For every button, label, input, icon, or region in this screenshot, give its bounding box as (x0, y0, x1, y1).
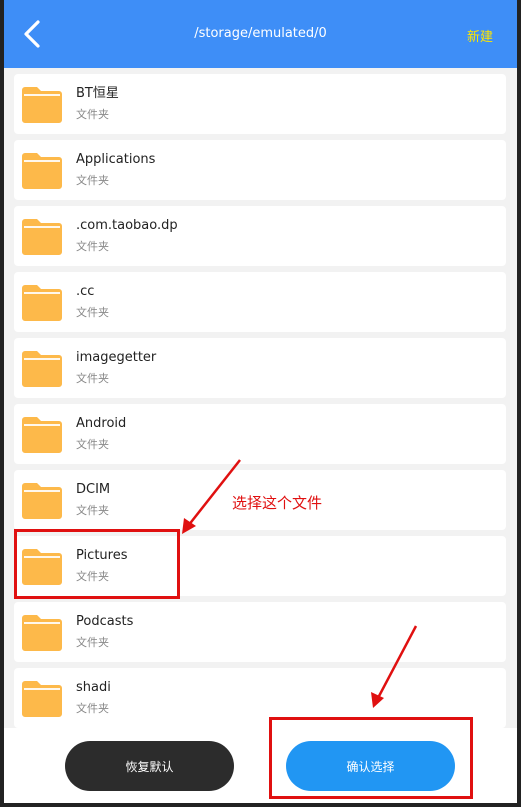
folder-type: 文件夹 (76, 570, 109, 583)
folder-name: imagegetter (76, 350, 157, 365)
folder-name: Pictures (76, 548, 128, 563)
new-folder-button[interactable]: 新建 (467, 26, 493, 45)
folder-icon (22, 549, 62, 585)
list-item[interactable]: Pictures 文件夹 (14, 536, 506, 596)
folder-icon (22, 615, 62, 651)
folder-icon (22, 285, 62, 321)
folder-list[interactable]: BT恒星 文件夹 Applications 文件夹 .com.taobao.dp… (14, 72, 506, 728)
folder-name: Android (76, 416, 127, 431)
list-item[interactable]: Android 文件夹 (14, 404, 506, 464)
current-path: /storage/emulated/0 (194, 26, 327, 41)
folder-name: Applications (76, 152, 156, 167)
restore-default-button[interactable]: 恢复默认 (65, 741, 234, 791)
annotation-text: 选择这个文件 (232, 494, 323, 512)
folder-type: 文件夹 (76, 240, 109, 253)
list-item[interactable]: .cc 文件夹 (14, 272, 506, 332)
folder-icon (22, 483, 62, 519)
folder-icon (22, 681, 62, 717)
top-bar: /storage/emulated/0 新建 (4, 0, 517, 68)
bottom-action-bar: 恢复默认 确认选择 (4, 728, 517, 803)
list-item[interactable]: Applications 文件夹 (14, 140, 506, 200)
folder-type: 文件夹 (76, 438, 109, 451)
folder-icon (22, 351, 62, 387)
folder-name: Podcasts (76, 614, 134, 629)
list-item[interactable]: shadi 文件夹 (14, 668, 506, 728)
folder-icon (22, 87, 62, 123)
confirm-selection-button[interactable]: 确认选择 (286, 741, 455, 791)
folder-icon (22, 219, 62, 255)
folder-type: 文件夹 (76, 108, 109, 121)
folder-type: 文件夹 (76, 306, 109, 319)
folder-name: .cc (76, 284, 95, 299)
folder-icon (22, 417, 62, 453)
folder-name: shadi (76, 680, 111, 695)
folder-type: 文件夹 (76, 702, 109, 715)
folder-name: .com.taobao.dp (76, 218, 178, 233)
folder-name: DCIM (76, 482, 111, 497)
folder-name: BT恒星 (76, 86, 119, 101)
folder-type: 文件夹 (76, 372, 109, 385)
list-item[interactable]: .com.taobao.dp 文件夹 (14, 206, 506, 266)
list-item[interactable]: Podcasts 文件夹 (14, 602, 506, 662)
folder-type: 文件夹 (76, 504, 109, 517)
folder-type: 文件夹 (76, 174, 109, 187)
folder-icon (22, 153, 62, 189)
folder-type: 文件夹 (76, 636, 109, 649)
list-item[interactable]: BT恒星 文件夹 (14, 74, 506, 134)
list-item[interactable]: imagegetter 文件夹 (14, 338, 506, 398)
